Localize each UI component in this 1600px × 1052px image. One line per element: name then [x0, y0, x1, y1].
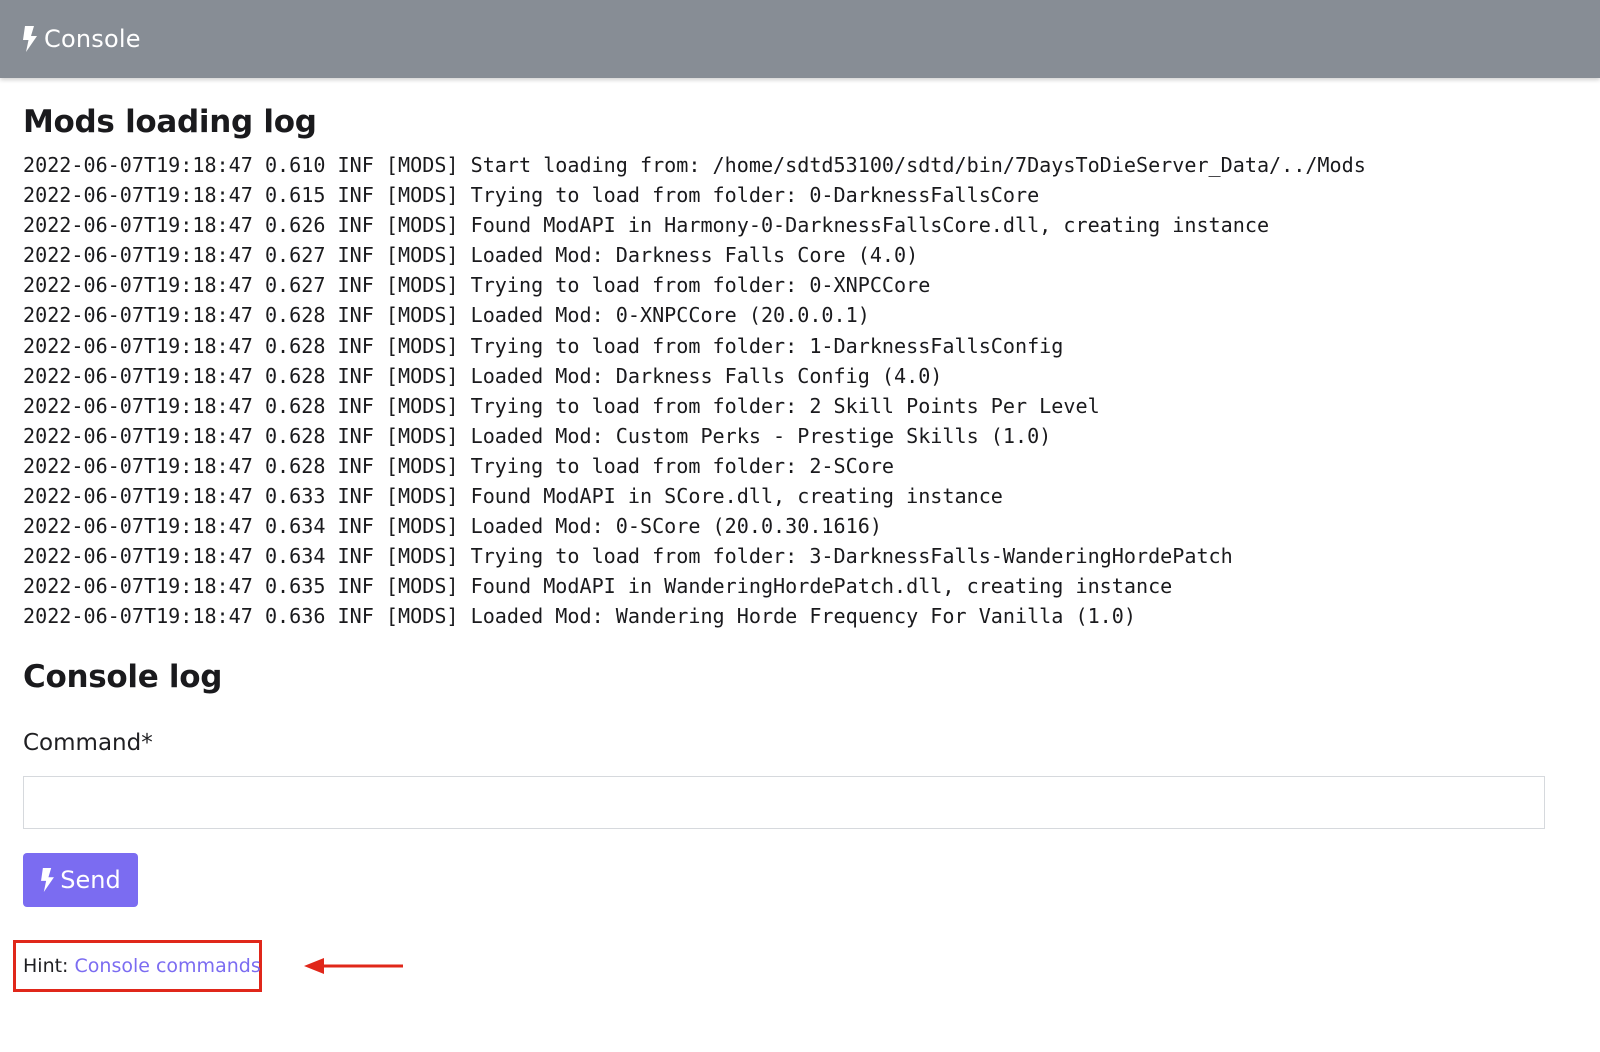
log-line: 2022-06-07T19:18:47 0.627 INF [MODS] Loa…: [23, 243, 919, 268]
lightning-bolt-icon: [23, 26, 37, 52]
top-bar: Console: [0, 0, 1600, 78]
log-line: 2022-06-07T19:18:47 0.636 INF [MODS] Loa…: [23, 604, 1136, 629]
log-line: 2022-06-07T19:18:47 0.628 INF [MODS] Loa…: [23, 303, 870, 328]
log-line: 2022-06-07T19:18:47 0.628 INF [MODS] Try…: [23, 453, 895, 478]
console-log-heading: Console log: [23, 659, 223, 695]
log-line: 2022-06-07T19:18:47 0.628 INF [MODS] Loa…: [23, 423, 1052, 448]
log-line: 2022-06-07T19:18:47 0.635 INF [MODS] Fou…: [23, 574, 1173, 599]
command-input[interactable]: [23, 776, 1545, 829]
send-button-label: Send: [60, 866, 121, 894]
log-line: 2022-06-07T19:18:47 0.627 INF [MODS] Try…: [23, 273, 931, 298]
hint-prefix: Hint:: [23, 955, 69, 977]
page-title: Console: [44, 25, 141, 53]
log-line: 2022-06-07T19:18:47 0.626 INF [MODS] Fou…: [23, 213, 1270, 238]
log-line: 2022-06-07T19:18:47 0.634 INF [MODS] Try…: [23, 544, 1233, 569]
log-line: 2022-06-07T19:18:47 0.628 INF [MODS] Try…: [23, 333, 1064, 358]
command-label: Command*: [23, 730, 153, 756]
log-line: 2022-06-07T19:18:47 0.633 INF [MODS] Fou…: [23, 484, 1003, 509]
log-line: 2022-06-07T19:18:47 0.628 INF [MODS] Loa…: [23, 363, 943, 388]
console-commands-link[interactable]: Console commands: [75, 955, 261, 977]
send-button[interactable]: Send: [23, 853, 138, 907]
log-line: 2022-06-07T19:18:47 0.615 INF [MODS] Try…: [23, 183, 1040, 208]
mods-loading-log[interactable]: 2022-06-07T19:18:47 0.610 INF [MODS] Sta…: [23, 152, 1563, 642]
mods-loading-log-heading: Mods loading log: [23, 104, 317, 140]
log-line: 2022-06-07T19:18:47 0.610 INF [MODS] Sta…: [23, 153, 1366, 177]
log-line: 2022-06-07T19:18:47 0.634 INF [MODS] Loa…: [23, 514, 882, 539]
annotation-arrow: [304, 958, 403, 974]
log-line: 2022-06-07T19:18:47 0.628 INF [MODS] Try…: [23, 393, 1100, 418]
lightning-bolt-icon: [41, 868, 55, 892]
hint: Hint: Console commands: [23, 955, 261, 977]
